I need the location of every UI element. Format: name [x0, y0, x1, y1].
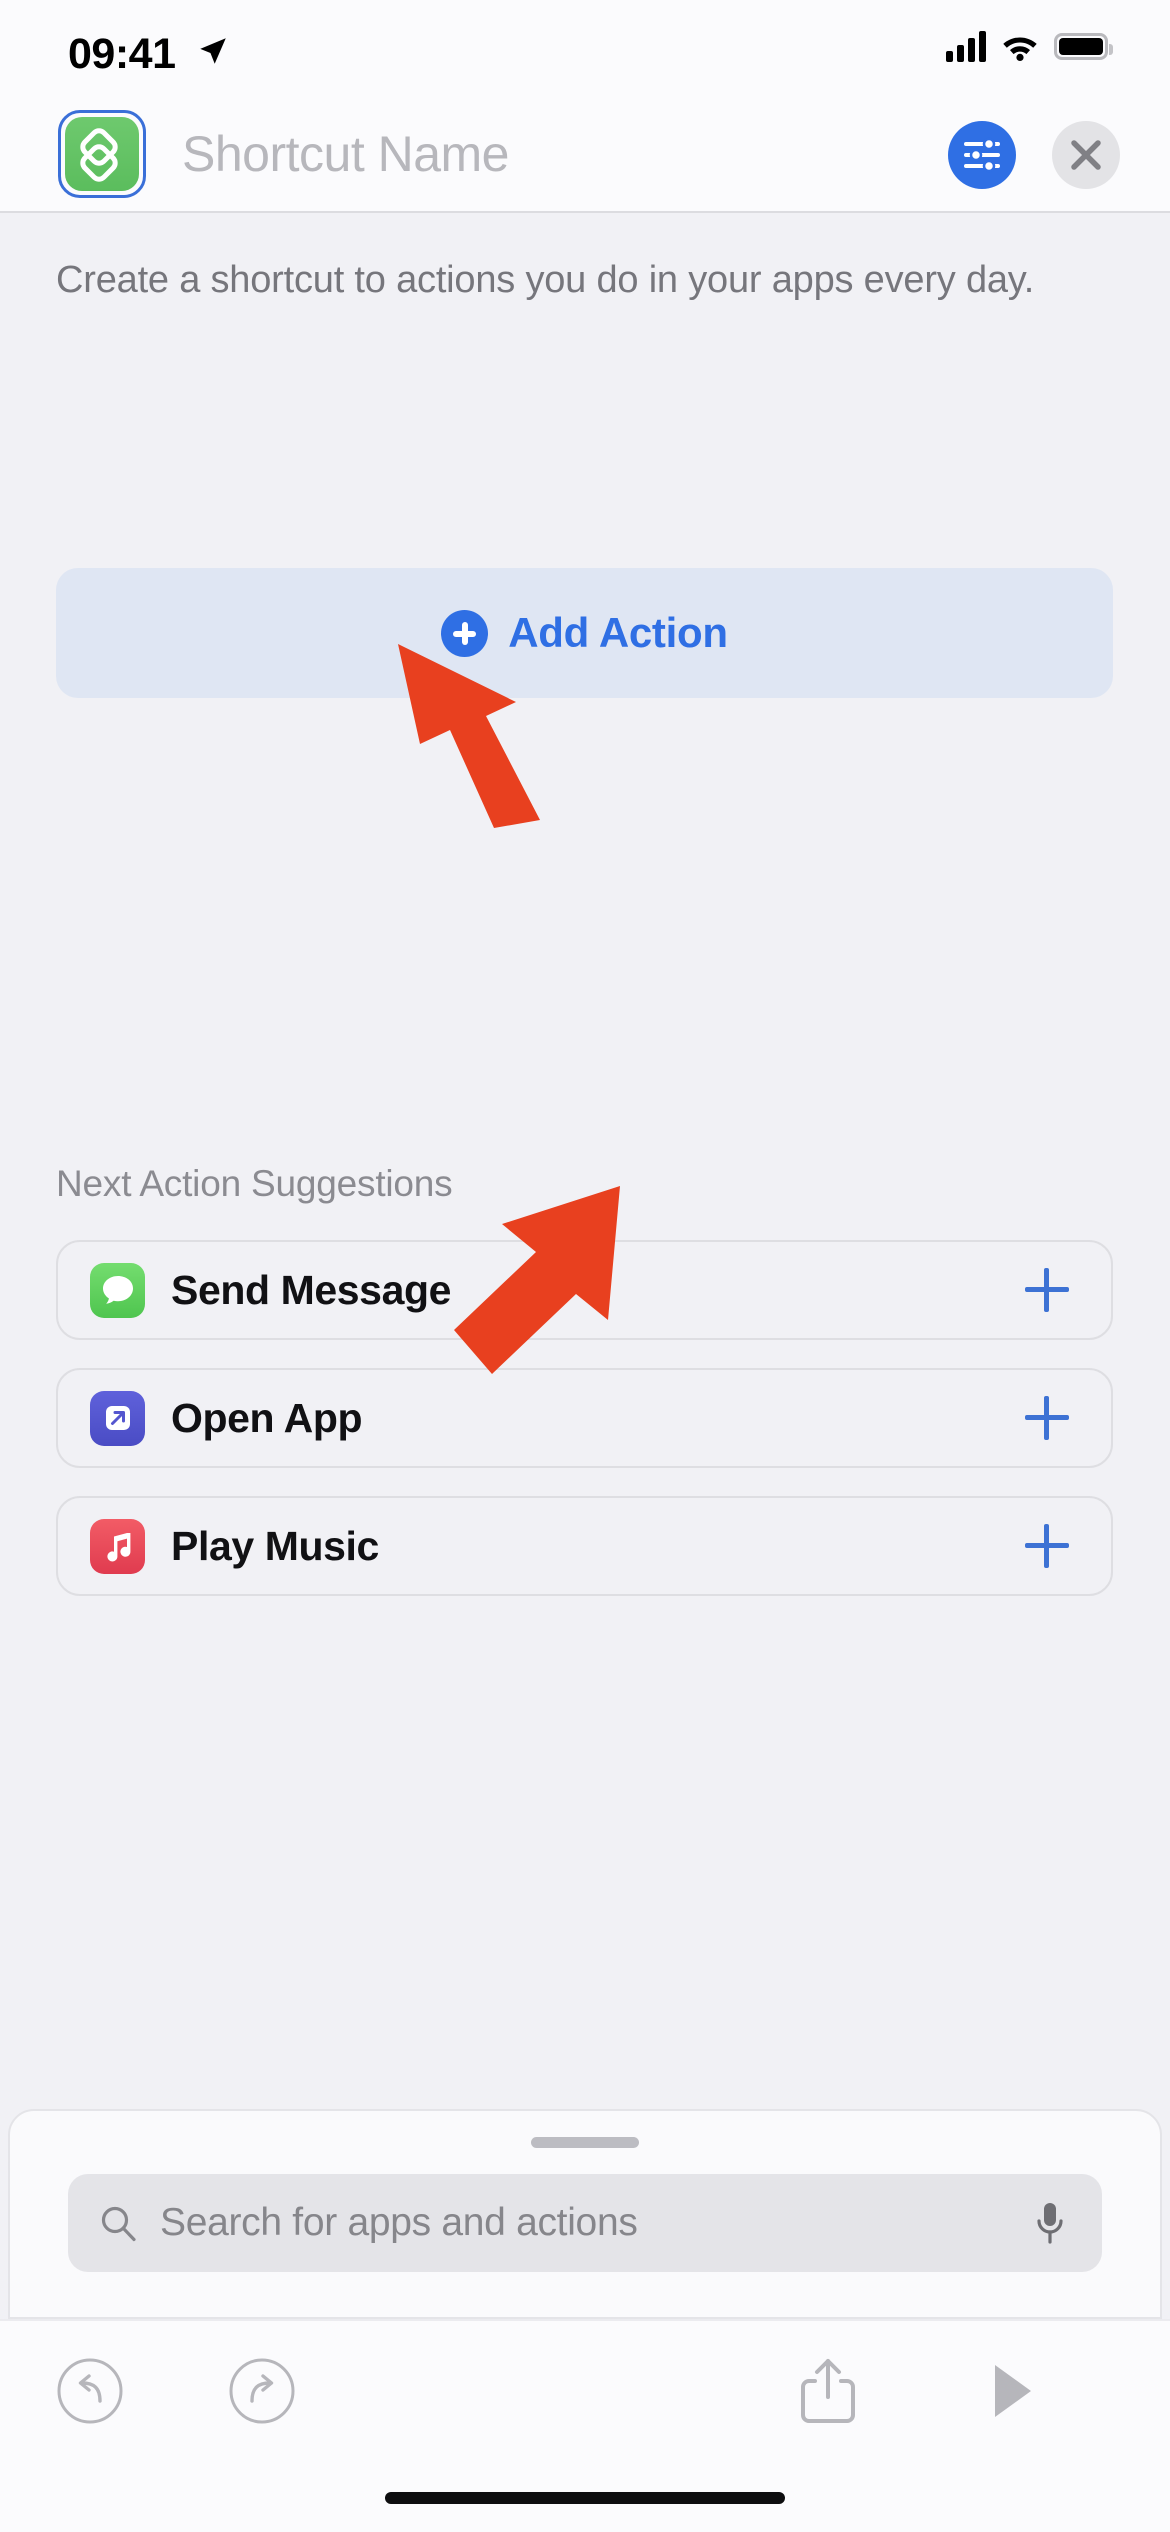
add-suggestion-button[interactable]	[1025, 1524, 1069, 1568]
battery-full-icon	[1054, 32, 1113, 60]
home-indicator	[385, 2492, 785, 2504]
shortcut-name-field[interactable]: Shortcut Name	[182, 125, 509, 183]
next-action-suggestions-list: Send Message Open App Play Music	[56, 1240, 1113, 1624]
undo-button[interactable]	[54, 2355, 126, 2427]
list-item-label: Send Message	[171, 1266, 452, 1313]
list-item-label: Play Music	[171, 1522, 379, 1569]
share-button[interactable]	[792, 2355, 864, 2427]
shortcut-icon-button[interactable]	[58, 109, 146, 198]
status-bar: 09:41	[0, 0, 1170, 96]
shortcut-settings-button[interactable]	[948, 120, 1016, 189]
editor-header: Shortcut Name	[0, 96, 1170, 213]
list-item[interactable]: Send Message	[56, 1240, 1113, 1340]
list-item-label: Open App	[171, 1394, 363, 1441]
add-suggestion-button[interactable]	[1025, 1268, 1069, 1312]
list-item[interactable]: Open App	[56, 1368, 1113, 1468]
cellular-bars-icon	[946, 30, 986, 62]
music-app-icon	[90, 1518, 145, 1574]
close-button[interactable]	[1052, 120, 1120, 189]
status-bar-time: 09:41	[68, 30, 176, 78]
plus-circle-icon	[441, 609, 489, 657]
sliders-icon	[964, 137, 1000, 172]
search-placeholder-text: Search for apps and actions	[160, 2201, 638, 2244]
shortcuts-glyph-icon	[65, 116, 139, 191]
add-suggestion-button[interactable]	[1025, 1396, 1069, 1440]
list-item[interactable]: Play Music	[56, 1496, 1113, 1596]
location-arrow-icon	[200, 38, 226, 64]
add-action-label: Add Action	[508, 609, 728, 656]
messages-app-icon	[90, 1262, 145, 1318]
redo-button[interactable]	[226, 2355, 298, 2427]
close-x-icon	[1071, 139, 1101, 170]
shortcuts-editor-screen: 09:41 Shortcut Name Create a shortcut to…	[0, 0, 1170, 2532]
next-action-suggestions-header: Next Action Suggestions	[56, 1163, 453, 1204]
share-icon	[801, 2359, 855, 2423]
search-icon	[101, 2206, 136, 2242]
bottom-toolbar	[0, 2319, 1170, 2532]
run-shortcut-button[interactable]	[976, 2355, 1048, 2427]
add-action-button[interactable]: Add Action	[56, 568, 1113, 698]
action-search-sheet: Search for apps and actions	[8, 2109, 1162, 2319]
empty-state-description: Create a shortcut to actions you do in y…	[56, 259, 1035, 301]
undo-icon	[57, 2358, 123, 2424]
play-icon	[995, 2365, 1031, 2417]
redo-icon	[229, 2358, 295, 2424]
open-app-icon	[90, 1390, 145, 1446]
microphone-icon[interactable]	[1032, 2200, 1068, 2246]
sheet-grabber-handle[interactable]	[531, 2137, 639, 2148]
search-input[interactable]: Search for apps and actions	[68, 2174, 1102, 2272]
status-bar-indicators	[946, 30, 1113, 62]
header-action-buttons	[948, 96, 1120, 213]
wifi-icon	[1003, 37, 1037, 61]
